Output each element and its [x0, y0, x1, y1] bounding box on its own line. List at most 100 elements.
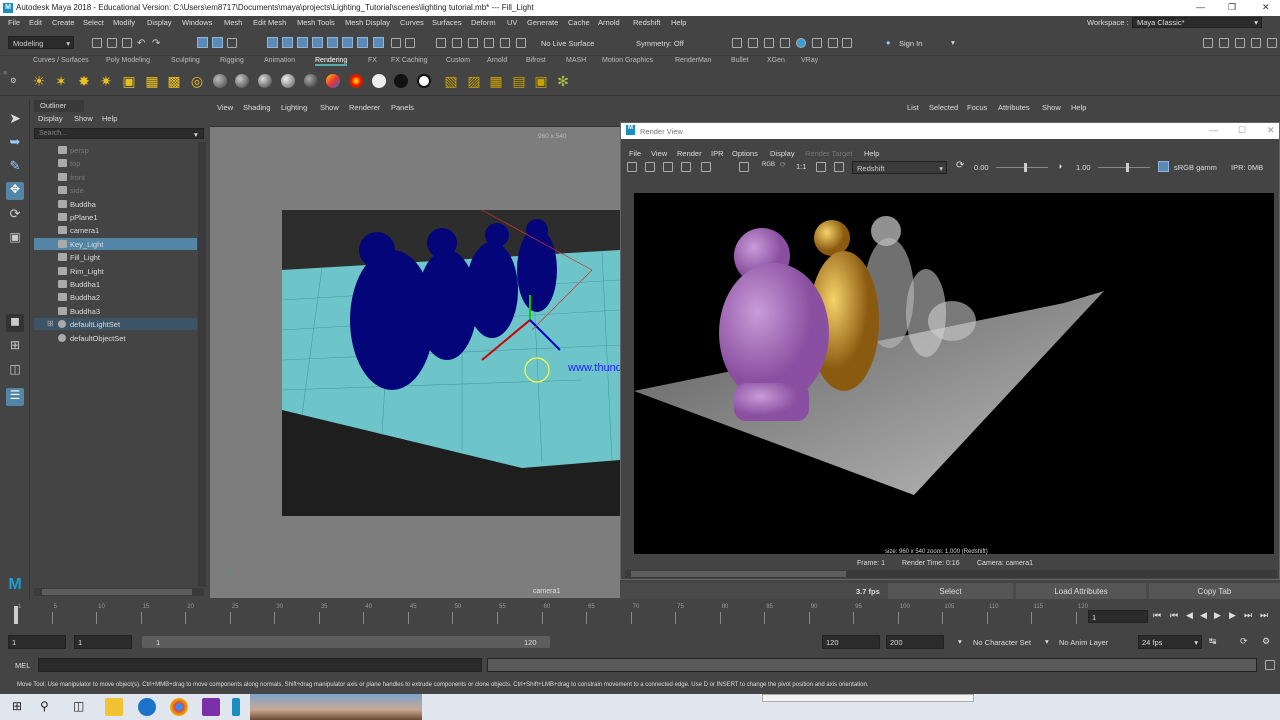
ae-menu-attributes[interactable]: Attributes	[998, 103, 1030, 112]
maximize-button[interactable]: ❐	[1228, 2, 1236, 13]
outliner-h-scrollbar[interactable]	[34, 588, 204, 596]
outliner-item[interactable]: defaultObjectSet	[34, 332, 197, 344]
shelf-tab-motion-graphics[interactable]: Motion Graphics	[602, 57, 653, 64]
rv-menu-render[interactable]: Render	[677, 149, 702, 158]
input-ops-icon[interactable]	[357, 37, 368, 48]
construction-history-icon[interactable]	[452, 38, 462, 48]
anim-end-field[interactable]: 200	[886, 635, 944, 649]
channel-box-icon[interactable]	[1251, 38, 1261, 48]
outliner-item[interactable]: side	[34, 184, 197, 196]
fps-dropdown[interactable]: 24 fps ▾	[1138, 635, 1202, 649]
open-scene-icon[interactable]	[107, 38, 117, 48]
shelf-tab-fx-caching[interactable]: FX Caching	[391, 57, 428, 64]
outliner-menu-display[interactable]: Display	[38, 114, 63, 123]
shelf-tab-rendering[interactable]: Rendering	[315, 57, 348, 66]
character-set-dropdown[interactable]: No Character Set	[973, 638, 1031, 647]
reset-icon[interactable]: ⟳	[780, 160, 786, 169]
menu-deform[interactable]: Deform	[471, 18, 496, 27]
menu-generate[interactable]: Generate	[527, 18, 558, 27]
two-pane-layout-icon[interactable]: ◫	[6, 362, 24, 380]
render-view-icon[interactable]	[812, 38, 822, 48]
ambient-light-icon[interactable]: ☀	[31, 73, 47, 89]
outliner-item[interactable]: Buddha	[34, 198, 197, 210]
shelf-tab-sculpting[interactable]: Sculpting	[171, 57, 200, 64]
volume-light-icon[interactable]: ▦	[144, 73, 160, 89]
select-tool-icon[interactable]: ➤	[6, 110, 24, 128]
outliner-item[interactable]: front	[34, 171, 197, 183]
snap-projected-center-icon[interactable]	[312, 37, 323, 48]
select-button[interactable]: Select	[888, 583, 1013, 599]
rgb-toggle[interactable]: RGB	[762, 162, 775, 168]
viewport-menu-lighting[interactable]: Lighting	[281, 103, 307, 112]
menu-mesh-tools[interactable]: Mesh Tools	[297, 18, 335, 27]
render-settings-icon[interactable]	[780, 38, 790, 48]
menu-edit[interactable]: Edit	[29, 18, 42, 27]
chevron-down-icon[interactable]: ▾	[194, 130, 198, 139]
rendered-image[interactable]	[634, 193, 1274, 554]
menu-help[interactable]: Help	[671, 18, 686, 27]
outliner-search-input[interactable]: Search...	[34, 128, 204, 139]
outliner-item[interactable]: Buddha1	[34, 278, 197, 290]
play-icon[interactable]	[828, 38, 838, 48]
ae-menu-list[interactable]: List	[907, 103, 919, 112]
play-backward-icon[interactable]: ◀	[1200, 610, 1207, 621]
tool-settings-icon[interactable]	[1235, 38, 1245, 48]
gamma-slider[interactable]	[1098, 163, 1150, 172]
paint-select-tool-icon[interactable]: ✎	[6, 158, 24, 176]
undo-icon[interactable]: ↶	[137, 38, 147, 49]
shelf-tab-curves-surfaces[interactable]: Curves / Surfaces	[33, 57, 89, 64]
render-view-scrollbar[interactable]	[625, 570, 1277, 578]
minimize-button[interactable]: —	[1196, 2, 1205, 12]
outliner-scrollbar[interactable]	[198, 142, 206, 587]
new-scene-icon[interactable]	[92, 38, 102, 48]
viewport-menu-shading[interactable]: Shading	[243, 103, 271, 112]
snapshot-icon[interactable]	[663, 162, 673, 172]
go-to-start-icon[interactable]: ⏮	[1153, 610, 1161, 621]
render-current-icon[interactable]	[732, 38, 742, 48]
redo-render-icon[interactable]	[627, 162, 637, 172]
refresh-icon[interactable]	[516, 38, 526, 48]
menu-cache[interactable]: Cache	[568, 18, 590, 27]
outliner-menu-show[interactable]: Show	[74, 114, 93, 123]
mel-input[interactable]	[38, 658, 482, 672]
exposure-value[interactable]: 0.00	[974, 163, 989, 172]
select-by-object-icon[interactable]	[212, 37, 223, 48]
menu-surfaces[interactable]: Surfaces	[432, 18, 462, 27]
lasso-tool-icon[interactable]: ➥	[6, 134, 24, 152]
scale-tool-icon[interactable]: ▣	[6, 230, 24, 248]
lambert-sphere-icon[interactable]	[281, 74, 295, 88]
outliner-item[interactable]: Key_Light	[34, 237, 197, 250]
maximize-button[interactable]: ☐	[1238, 125, 1246, 136]
snap-curve-icon[interactable]	[282, 37, 293, 48]
menu-display[interactable]: Display	[147, 18, 172, 27]
menu-windows[interactable]: Windows	[182, 18, 212, 27]
shelf-tab-fx[interactable]: FX	[368, 57, 377, 64]
outliner-item[interactable]: defaultLightSet ⊞	[34, 318, 197, 331]
zoom-one-to-one[interactable]: 1:1	[796, 162, 806, 171]
playback-end-field[interactable]: 120	[822, 635, 880, 649]
ae-menu-show[interactable]: Show	[1042, 103, 1061, 112]
play-forward-icon[interactable]: ▶	[1214, 610, 1221, 621]
rotate-tool-icon[interactable]: ⟳	[6, 206, 24, 224]
layered-shader-icon[interactable]	[349, 74, 363, 88]
outliner-toggle-icon[interactable]	[1267, 38, 1277, 48]
hypershade-icon[interactable]	[796, 38, 806, 48]
shelf-handle-icon[interactable]: ≡	[3, 68, 7, 77]
menu-uv[interactable]: UV	[507, 18, 517, 27]
paint-bucket-icon[interactable]: ▧	[443, 73, 459, 89]
lock-icon[interactable]	[391, 38, 401, 48]
black-sphere-icon[interactable]	[394, 74, 408, 88]
shelf-tab-mash[interactable]: MASH	[566, 57, 586, 64]
mesh-icon[interactable]	[468, 38, 478, 48]
outliner-item[interactable]: Buddha3	[34, 305, 197, 317]
gamma-value[interactable]: 1.00	[1076, 163, 1091, 172]
task-view-icon[interactable]: ◫	[73, 699, 84, 713]
renderer-dropdown[interactable]: Redshift ▾	[852, 161, 947, 174]
single-pane-layout-icon[interactable]: ◼	[6, 314, 24, 332]
make-live-icon[interactable]	[342, 37, 353, 48]
step-back-frame-icon[interactable]: ◀	[1186, 610, 1193, 621]
area-light-icon[interactable]: ▣	[121, 73, 137, 89]
menu-create[interactable]: Create	[52, 18, 75, 27]
symmetry-label[interactable]: Symmetry: Off	[636, 39, 684, 48]
shelf-tab-rigging[interactable]: Rigging	[220, 57, 244, 64]
